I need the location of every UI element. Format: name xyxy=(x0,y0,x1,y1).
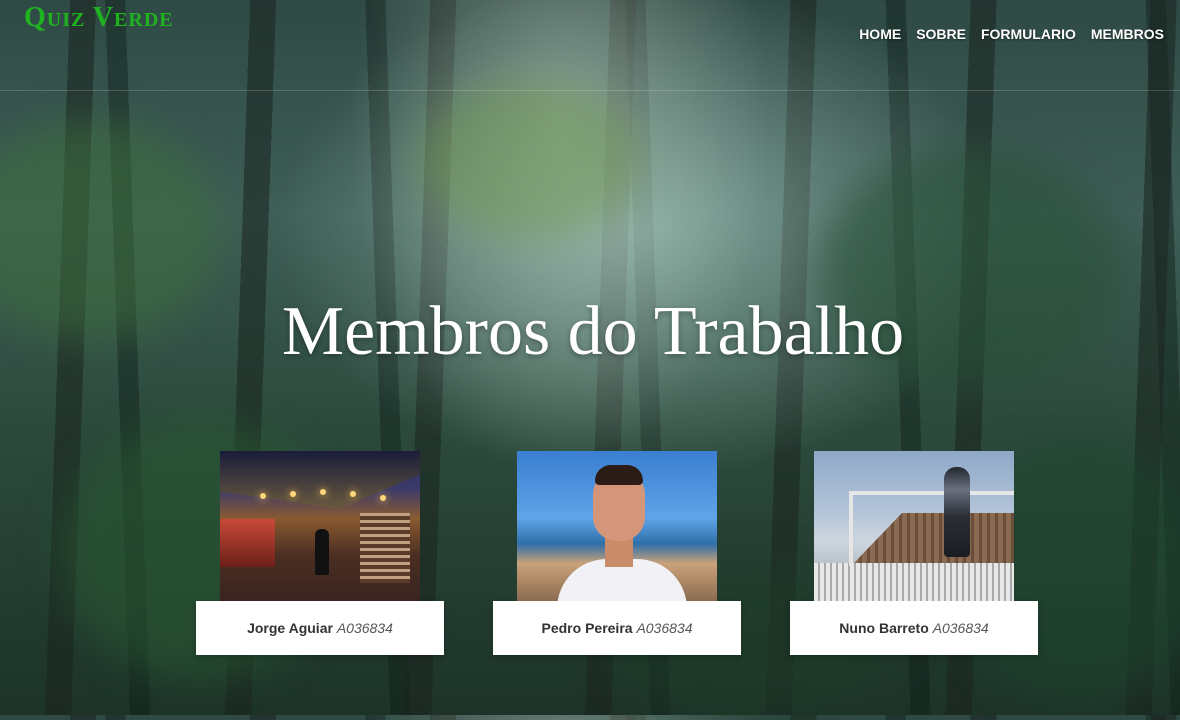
member-photo xyxy=(814,451,1014,601)
member-id: A036834 xyxy=(636,620,693,636)
nav-sobre[interactable]: SOBRE xyxy=(916,26,966,42)
member-card: Pedro Pereira A036834 xyxy=(493,451,741,655)
member-name: Pedro Pereira xyxy=(541,620,637,636)
member-id: A036834 xyxy=(932,620,989,636)
page-title: Membros do Trabalho xyxy=(281,293,905,370)
main-nav: HOME SOBRE FORMULARIO MEMBROS xyxy=(859,26,1164,42)
member-caption: Jorge Aguiar A036834 xyxy=(196,601,444,655)
member-photo xyxy=(517,451,717,601)
nav-membros[interactable]: MEMBROS xyxy=(1091,26,1164,42)
nav-formulario[interactable]: FORMULARIO xyxy=(981,26,1076,42)
nav-home[interactable]: HOME xyxy=(859,26,901,42)
site-header: Quiz Verde HOME SOBRE FORMULARIO MEMBROS xyxy=(0,0,1180,91)
member-card: Jorge Aguiar A036834 xyxy=(196,451,444,655)
member-caption: Pedro Pereira A036834 xyxy=(493,601,741,655)
member-caption: Nuno Barreto A036834 xyxy=(790,601,1038,655)
member-name: Jorge Aguiar xyxy=(247,620,337,636)
member-photo xyxy=(220,451,420,601)
member-name: Nuno Barreto xyxy=(839,620,933,636)
site-logo[interactable]: Quiz Verde xyxy=(24,2,174,34)
member-card: Nuno Barreto A036834 xyxy=(790,451,1038,655)
member-id: A036834 xyxy=(336,620,393,636)
